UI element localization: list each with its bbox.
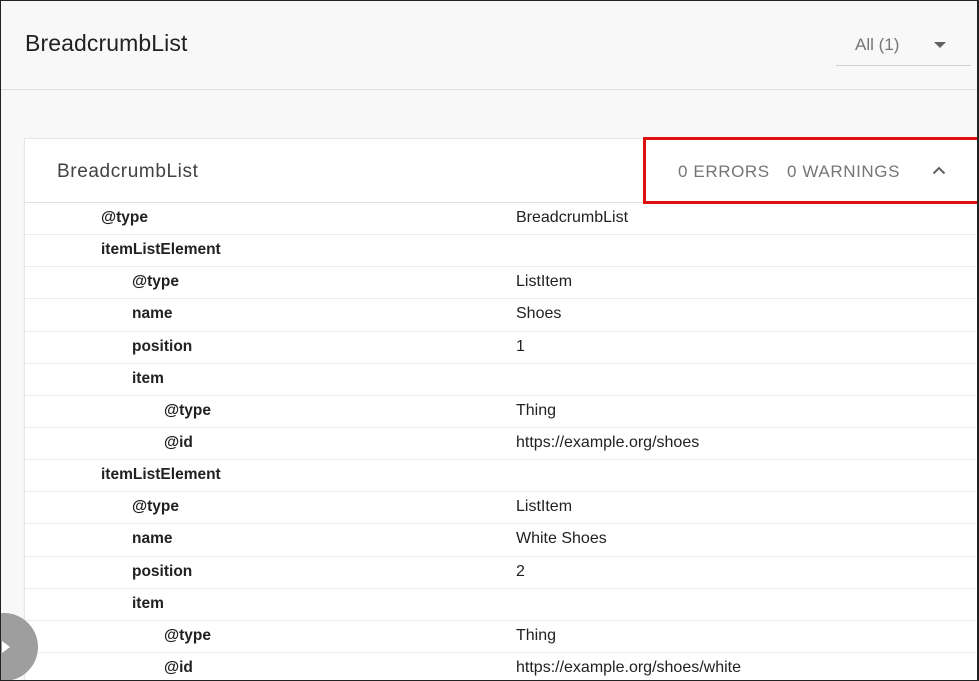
property-key: @type	[132, 273, 179, 291]
property-key: @type	[164, 401, 211, 419]
card-title: BreadcrumbList	[57, 161, 199, 182]
property-key: item	[132, 369, 164, 387]
table-row: @type BreadcrumbList	[25, 203, 979, 236]
filter-selected-value: All (1)	[855, 35, 900, 54]
table-row: position 1	[25, 332, 979, 364]
property-key: itemListElement	[101, 466, 221, 484]
results-header: BreadcrumbList All (1)	[0, 0, 979, 90]
table-row: item	[25, 589, 979, 621]
property-value: https://example.org/shoes	[516, 433, 700, 451]
table-row: @id https://example.org/shoes/white	[25, 653, 979, 681]
table-row: itemListElement	[25, 460, 979, 493]
highlight-annotation	[643, 137, 979, 204]
table-row: itemListElement	[25, 235, 979, 268]
property-value: BreadcrumbList	[516, 209, 629, 226]
property-table: @type BreadcrumbList itemListElement @type L…	[25, 203, 979, 681]
property-value: ListItem	[516, 273, 573, 291]
property-key: item	[132, 594, 164, 612]
property-key: @type	[101, 209, 148, 226]
table-row: @type ListItem	[25, 267, 979, 300]
property-key: position	[132, 562, 193, 580]
property-key: position	[132, 337, 193, 355]
property-value: 1	[516, 337, 525, 355]
property-key: @type	[164, 626, 211, 644]
property-key: name	[132, 530, 173, 548]
property-value: White Shoes	[516, 530, 607, 548]
property-value: https://example.org/shoes/white	[516, 658, 742, 676]
property-key: itemListElement	[101, 241, 221, 259]
property-value: Thing	[516, 626, 557, 644]
table-row: item	[25, 364, 979, 396]
property-value: ListItem	[516, 498, 573, 516]
table-row: position 2	[25, 557, 979, 589]
property-value: Thing	[516, 401, 557, 419]
filter-dropdown[interactable]: All (1)	[836, 24, 971, 66]
page-title: BreadcrumbList	[25, 30, 188, 56]
table-row: @id https://example.org/shoes	[25, 428, 979, 461]
table-row: @type Thing	[25, 396, 979, 428]
table-row: @type Thing	[25, 621, 979, 653]
property-value: Shoes	[516, 305, 562, 323]
property-value: 2	[516, 562, 525, 580]
dropdown-arrow-icon	[934, 42, 946, 48]
play-arrow-icon	[2, 641, 10, 653]
property-key: @id	[164, 658, 193, 676]
table-row: @type ListItem	[25, 492, 979, 525]
property-key: @type	[132, 498, 179, 516]
table-row: name Shoes	[25, 299, 979, 332]
table-row: name White Shoes	[25, 524, 979, 557]
property-key: @id	[164, 433, 193, 451]
structured-data-card: BreadcrumbList 0 ERRORS 0 WARNINGS @type…	[24, 138, 979, 681]
property-key: name	[132, 305, 173, 323]
